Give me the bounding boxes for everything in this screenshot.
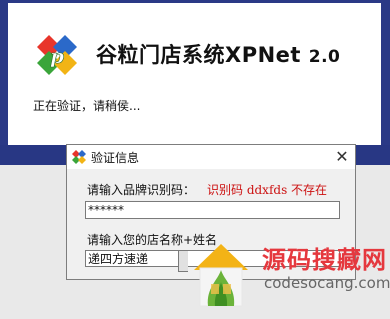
confirm-button[interactable] [178, 250, 188, 272]
splash-window: p 谷粒门店系统XPNet 2.0 正在验证，请稍侯... [8, 3, 381, 145]
svg-text:p: p [50, 44, 64, 68]
desktop-band-left [0, 145, 70, 165]
watermark-site-url: codesocang.com [264, 274, 390, 292]
watermark-site-name: 源码搜藏网 [262, 246, 387, 274]
brand-code-error: 识别码 ddxfds 不存在 [207, 183, 328, 197]
brand-code-input[interactable]: ****** [85, 201, 340, 219]
watermark: 源码搜藏网 codesocang.com [190, 240, 390, 319]
xp-logo-icon: p [37, 35, 77, 75]
app-version: 2.0 [308, 47, 341, 67]
house-watermark-icon [194, 244, 248, 307]
dialog-app-icon [72, 150, 86, 164]
app-title-text: 谷粒门店系统XPNet [96, 43, 301, 67]
desktop-left-edge [0, 0, 8, 145]
dialog-title: 验证信息 [91, 151, 140, 165]
close-icon[interactable]: ✕ [329, 145, 355, 169]
desktop-right-edge [381, 0, 390, 145]
brand-code-label: 请输入品牌识别码： [87, 183, 196, 197]
app-title: 谷粒门店系统XPNet 2.0 [96, 39, 340, 69]
loading-status: 正在验证，请稍侯... [33, 99, 141, 113]
dialog-titlebar[interactable]: 验证信息 ✕ [67, 145, 355, 169]
